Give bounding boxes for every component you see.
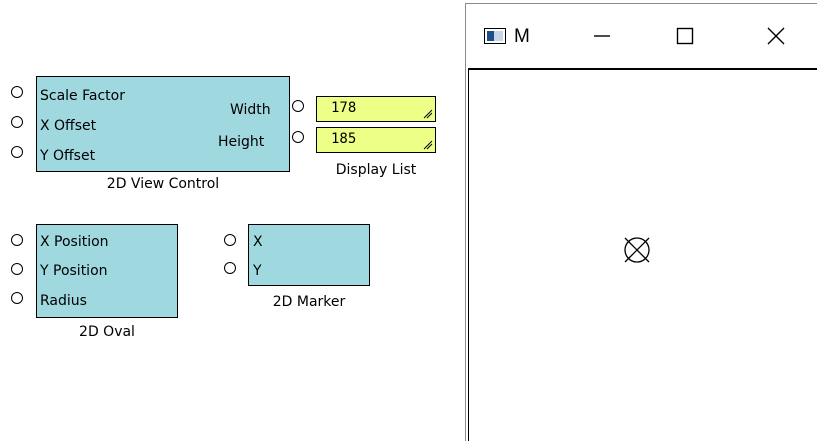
height-output-label: Height [218, 134, 265, 150]
y-position-label: Y Position [40, 263, 108, 279]
width-output-label: Width [230, 102, 271, 118]
maximize-button[interactable] [662, 14, 708, 58]
scale-factor-label: Scale Factor [40, 88, 125, 104]
y-offset-label: Y Offset [40, 148, 96, 164]
view-control-name: 2D View Control [106, 176, 220, 192]
width-output-port[interactable] [292, 100, 304, 112]
marker-y-port[interactable] [224, 262, 236, 274]
app-icon [484, 28, 506, 44]
close-icon [767, 27, 785, 45]
x-position-port[interactable] [11, 234, 23, 246]
display-list-name: Display List [335, 162, 417, 178]
window-title: M [514, 26, 530, 47]
marker-x-port[interactable] [224, 234, 236, 246]
maximize-icon [676, 27, 694, 45]
window-client-area[interactable] [468, 68, 817, 441]
y-offset-port[interactable] [11, 146, 23, 158]
radius-label: Radius [40, 293, 87, 309]
marker-name: 2D Marker [272, 294, 346, 310]
x-offset-label: X Offset [40, 118, 97, 134]
marker-block[interactable] [248, 224, 370, 286]
x-offset-port[interactable] [11, 116, 23, 128]
marker-x-label: X [253, 234, 263, 250]
display-value-width[interactable]: 178 [316, 96, 436, 122]
marker-y-label: Y [253, 263, 262, 279]
marker-symbol-icon [624, 237, 650, 263]
display-value-text: 185 [331, 131, 357, 147]
window-titlebar[interactable]: M [466, 4, 817, 68]
oval-name: 2D Oval [79, 324, 135, 340]
minimize-icon [594, 35, 610, 37]
radius-port[interactable] [11, 292, 23, 304]
output-window[interactable]: M [465, 3, 817, 441]
close-button[interactable] [753, 14, 799, 58]
display-value-height[interactable]: 185 [316, 127, 436, 153]
x-position-label: X Position [40, 234, 109, 250]
diagram-canvas: Scale Factor X Offset Y Offset Width Hei… [0, 0, 817, 441]
y-position-port[interactable] [11, 263, 23, 275]
minimize-button[interactable] [579, 14, 625, 58]
display-value-text: 178 [331, 100, 357, 116]
resize-corner-icon [423, 140, 433, 150]
resize-corner-icon [423, 109, 433, 119]
height-output-port[interactable] [292, 131, 304, 143]
scale-factor-port[interactable] [11, 86, 23, 98]
